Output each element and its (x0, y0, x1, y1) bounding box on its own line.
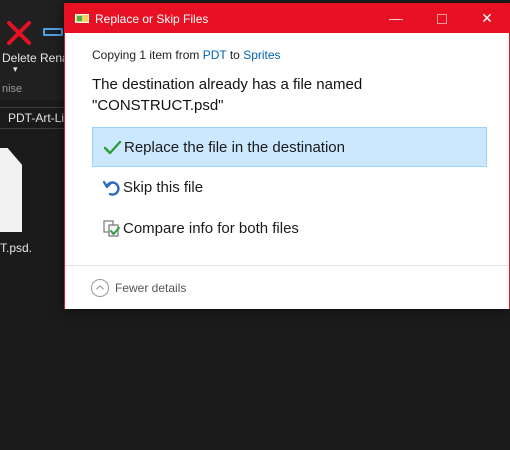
conflict-filename: "CONSTRUCT.psd" (92, 97, 224, 114)
file-name-label[interactable]: T.psd. (0, 241, 32, 255)
maximize-button (419, 4, 465, 33)
conflict-message-line1: The destination already has a file named (92, 76, 363, 93)
copy-status: Copying 1 item from PDT to Sprites (92, 48, 281, 62)
skip-option-label: Skip this file (123, 179, 204, 196)
compare-icon (103, 220, 120, 237)
compare-option-label: Compare info for both files (123, 220, 299, 237)
file-thumbnail[interactable] (0, 148, 22, 232)
organise-group-label: nise (2, 83, 23, 95)
rename-icon[interactable] (43, 28, 63, 36)
compare-option[interactable]: Compare info for both files (92, 209, 487, 249)
close-button[interactable]: ✕ (464, 4, 510, 33)
address-bar[interactable]: PDT-Art-Li (0, 107, 66, 129)
app-icon (75, 14, 89, 23)
checkmark-icon (103, 140, 122, 155)
source-folder-link[interactable]: PDT (203, 48, 227, 62)
copy-status-connector: to (226, 48, 244, 62)
minimize-icon: — (389, 10, 403, 26)
breadcrumb-segment[interactable]: PDT-Art-Li (8, 111, 64, 125)
maximize-icon (437, 14, 447, 25)
destination-folder-link[interactable]: Sprites (243, 48, 280, 62)
title-bar[interactable]: Replace or Skip Files — ✕ (65, 4, 509, 33)
copy-status-prefix: Copying 1 item from (92, 48, 203, 62)
conflict-message: The destination already has a file named… (92, 74, 432, 116)
minimize-button[interactable]: — (373, 4, 419, 33)
delete-button-label[interactable]: Delete (2, 51, 37, 65)
skip-option[interactable]: Skip this file (92, 168, 487, 208)
replace-skip-dialog: Replace or Skip Files — ✕ Copying 1 item… (64, 3, 510, 309)
delete-icon[interactable] (4, 18, 34, 48)
replace-option[interactable]: Replace the file in the destination (92, 127, 487, 167)
skip-icon (102, 180, 120, 196)
dialog-title: Replace or Skip Files (95, 12, 209, 26)
dialog-footer: Fewer details (65, 265, 509, 309)
dropdown-arrow-icon[interactable]: ▾ (13, 64, 18, 75)
fewer-details-button[interactable]: Fewer details (115, 281, 186, 295)
chevron-up-icon[interactable] (91, 279, 109, 297)
replace-option-label: Replace the file in the destination (124, 139, 345, 156)
close-icon: ✕ (481, 10, 493, 26)
